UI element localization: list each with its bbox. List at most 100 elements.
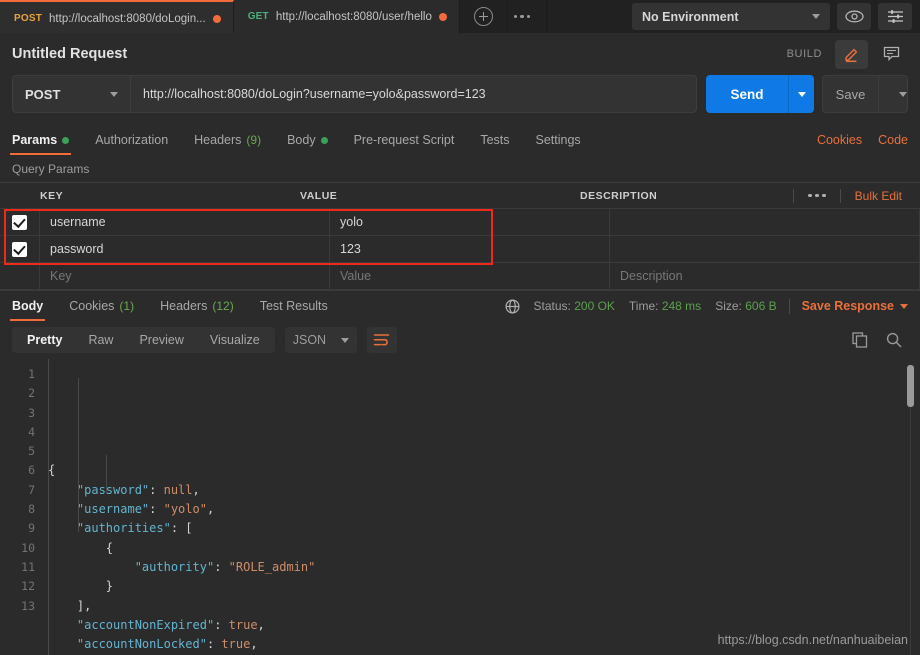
send-options-button[interactable] bbox=[788, 75, 814, 113]
chevron-down-icon bbox=[899, 92, 907, 97]
line-number: 9 bbox=[0, 519, 35, 538]
url-value: http://localhost:8080/doLogin?username=y… bbox=[143, 87, 486, 101]
view-pretty[interactable]: Pretty bbox=[14, 327, 75, 353]
code-line: "authorities": [ bbox=[44, 519, 920, 538]
row-description-password[interactable] bbox=[610, 236, 920, 262]
edit-request-button[interactable] bbox=[835, 40, 868, 69]
row-key-empty[interactable]: Key bbox=[40, 263, 330, 289]
language-label: JSON bbox=[293, 333, 326, 347]
response-tab-headers-label: Headers bbox=[160, 299, 207, 313]
save-button[interactable]: Save bbox=[822, 75, 878, 113]
send-button[interactable]: Send bbox=[706, 75, 788, 113]
comment-button[interactable] bbox=[875, 40, 908, 69]
tab-url-1: http://localhost:8080/user/hello bbox=[276, 11, 432, 23]
query-params-table: KEY VALUE DESCRIPTION Bulk Edit username… bbox=[0, 182, 920, 290]
globe-icon bbox=[505, 299, 520, 314]
row-checkbox-empty[interactable] bbox=[0, 263, 40, 289]
row-key-password[interactable]: password bbox=[40, 236, 330, 262]
environment-selector[interactable]: No Environment bbox=[632, 3, 830, 30]
tab-headers[interactable]: Headers (9) bbox=[194, 125, 261, 155]
tab-pre-request-script-label: Pre-request Script bbox=[354, 133, 455, 147]
chevron-down-icon bbox=[798, 92, 806, 97]
checkbox-checked-icon bbox=[12, 242, 27, 257]
row-description-username[interactable] bbox=[610, 209, 920, 235]
response-tab-body[interactable]: Body bbox=[12, 291, 43, 321]
save-response-label: Save Response bbox=[802, 299, 894, 313]
time-text: Time: 248 ms bbox=[629, 299, 701, 313]
response-tab-body-label: Body bbox=[12, 299, 43, 313]
response-tab-cookies[interactable]: Cookies (1) bbox=[69, 291, 134, 321]
response-tab-headers-count: (12) bbox=[212, 299, 233, 313]
tab-pre-request-script[interactable]: Pre-request Script bbox=[354, 125, 455, 155]
chevron-down-icon bbox=[110, 92, 118, 97]
more-options-icon[interactable] bbox=[508, 0, 548, 33]
table-row[interactable]: username yolo bbox=[0, 209, 920, 236]
copy-icon bbox=[852, 332, 868, 348]
code-link[interactable]: Code bbox=[878, 133, 908, 147]
table-more-options-icon[interactable] bbox=[793, 189, 841, 203]
table-row[interactable]: password 123 bbox=[0, 236, 920, 263]
table-header-row: KEY VALUE DESCRIPTION Bulk Edit bbox=[0, 183, 920, 209]
environment-quick-look-button[interactable] bbox=[837, 3, 871, 30]
copy-button[interactable] bbox=[852, 332, 868, 348]
row-description-empty[interactable]: Description bbox=[610, 263, 920, 289]
row-key-username[interactable]: username bbox=[40, 209, 330, 235]
response-tab-test-results[interactable]: Test Results bbox=[260, 291, 328, 321]
save-group: Save bbox=[822, 75, 908, 113]
environment-settings-button[interactable] bbox=[878, 3, 912, 30]
new-tab-button[interactable] bbox=[460, 0, 508, 33]
tab-body[interactable]: Body bbox=[287, 125, 328, 155]
row-checkbox-password[interactable] bbox=[0, 236, 40, 262]
response-body-viewer[interactable]: 12345678910111213 { "password": null, "u… bbox=[0, 359, 920, 655]
divider bbox=[789, 299, 790, 314]
response-tab-cookies-label: Cookies bbox=[69, 299, 114, 313]
body-indicator-dot bbox=[321, 137, 328, 144]
line-number: 1 bbox=[0, 365, 35, 384]
tab-authorization[interactable]: Authorization bbox=[95, 125, 168, 155]
request-tab-1[interactable]: GET http://localhost:8080/user/hello bbox=[234, 0, 460, 33]
cookies-link[interactable]: Cookies bbox=[817, 133, 862, 147]
row-checkbox-username[interactable] bbox=[0, 209, 40, 235]
view-raw[interactable]: Raw bbox=[75, 327, 126, 353]
environment-controls: No Environment bbox=[632, 0, 920, 33]
tab-method-0: POST bbox=[14, 13, 42, 24]
tab-settings[interactable]: Settings bbox=[536, 125, 581, 155]
comment-icon bbox=[883, 46, 900, 62]
view-preview[interactable]: Preview bbox=[126, 327, 196, 353]
url-input[interactable]: http://localhost:8080/doLogin?username=y… bbox=[130, 75, 697, 113]
scrollbar-thumb[interactable] bbox=[907, 365, 914, 407]
tab-method-1: GET bbox=[248, 11, 269, 22]
request-header-actions: BUILD bbox=[787, 40, 908, 69]
language-selector[interactable]: JSON bbox=[285, 327, 357, 353]
search-button[interactable] bbox=[886, 332, 902, 348]
row-value-password[interactable]: 123 bbox=[330, 236, 610, 262]
postman-window: POST http://localhost:8080/doLogin... GE… bbox=[0, 0, 920, 655]
line-number: 4 bbox=[0, 423, 35, 442]
code-line: } bbox=[44, 577, 920, 596]
table-row-empty[interactable]: Key Value Description bbox=[0, 263, 920, 290]
view-visualize[interactable]: Visualize bbox=[197, 327, 273, 353]
bulk-edit-button[interactable]: Bulk Edit bbox=[841, 189, 902, 203]
request-tab-0[interactable]: POST http://localhost:8080/doLogin... bbox=[0, 0, 234, 33]
row-value-username[interactable]: yolo bbox=[330, 209, 610, 235]
size-text: Size: 606 B bbox=[715, 299, 776, 313]
params-indicator-dot bbox=[62, 137, 69, 144]
tab-authorization-label: Authorization bbox=[95, 133, 168, 147]
eye-icon bbox=[845, 10, 864, 23]
table-header-actions: Bulk Edit bbox=[793, 189, 910, 203]
checkbox-checked-icon bbox=[12, 215, 27, 230]
search-icon bbox=[886, 332, 902, 348]
save-response-button[interactable]: Save Response bbox=[802, 299, 908, 313]
response-tab-headers[interactable]: Headers (12) bbox=[160, 291, 234, 321]
tab-tests[interactable]: Tests bbox=[480, 125, 509, 155]
response-body-code[interactable]: { "password": null, "username": "yolo", … bbox=[44, 359, 920, 655]
scrollbar-track[interactable] bbox=[910, 365, 911, 655]
line-number: 8 bbox=[0, 500, 35, 519]
word-wrap-button[interactable] bbox=[367, 327, 397, 353]
method-selector[interactable]: POST bbox=[12, 75, 130, 113]
column-header-description-label: DESCRIPTION bbox=[580, 190, 657, 202]
column-header-value: VALUE bbox=[290, 183, 570, 208]
tab-params[interactable]: Params bbox=[12, 125, 69, 155]
save-options-button[interactable] bbox=[878, 75, 908, 113]
row-value-empty[interactable]: Value bbox=[330, 263, 610, 289]
